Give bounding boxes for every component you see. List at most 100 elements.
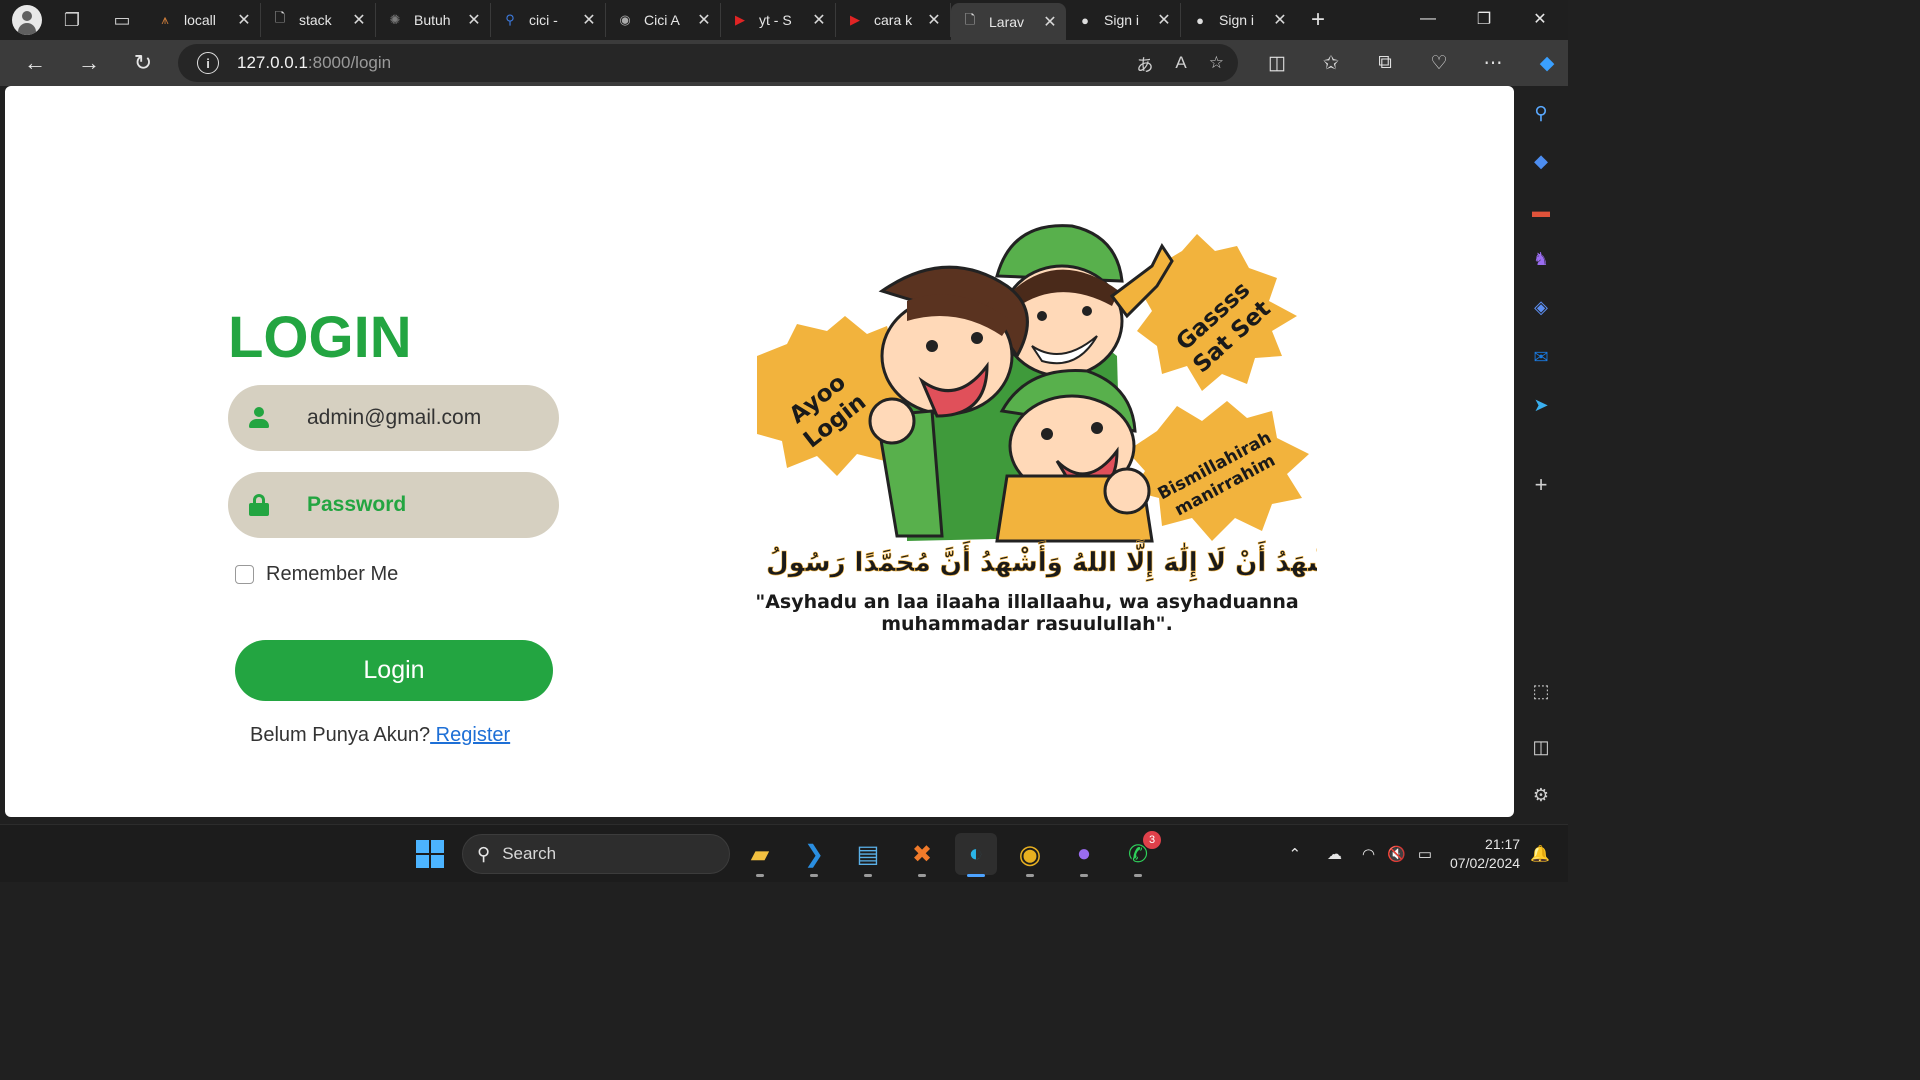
favorites-icon[interactable]: ✩ — [1304, 52, 1358, 75]
whatsapp-badge: 3 — [1143, 831, 1161, 849]
password-field[interactable] — [228, 472, 559, 538]
sidebar-games-icon[interactable]: ♞ — [1528, 246, 1554, 272]
close-tab-icon[interactable]: ✕ — [466, 10, 482, 30]
forward-button[interactable]: → — [62, 43, 116, 83]
close-tab-icon[interactable]: ✕ — [236, 10, 252, 30]
notifications-icon[interactable]: 🔔 — [1530, 844, 1550, 864]
taskbar-search-icon: ⚲ — [477, 843, 491, 864]
email-input[interactable] — [307, 406, 537, 430]
shahada-latin-line2: muhammadar rasuulullah". — [881, 613, 1173, 635]
show-hidden-icons-icon[interactable]: ⌃ — [1288, 845, 1301, 863]
system-tray: ⌃ ☁ ◠ 🔇 ▭ 21:17 07/02/2024 🔔 — [1288, 825, 1568, 883]
register-link[interactable]: Register — [430, 724, 510, 746]
close-tab-icon[interactable]: ✕ — [1042, 12, 1058, 32]
workspaces-icon[interactable]: ❐ — [54, 2, 90, 38]
sidebar-outlook-icon[interactable]: ✉ — [1528, 344, 1554, 370]
web-page: LOGIN Remember Me Login Belum Punya Akun… — [5, 86, 1514, 817]
github-desktop-icon[interactable]: ● — [1063, 833, 1105, 877]
user-icon — [249, 407, 269, 429]
new-tab-button[interactable]: + — [1300, 2, 1336, 38]
tab-title: Sign i — [1219, 12, 1255, 28]
close-tab-icon[interactable]: ✕ — [811, 10, 827, 30]
tab-github-signin-1[interactable]: ● Sign i ✕ — [1066, 3, 1181, 37]
close-tab-icon[interactable]: ✕ — [1272, 10, 1288, 30]
wifi-icon[interactable]: ◠ — [1362, 845, 1375, 863]
login-button[interactable]: Login — [235, 640, 553, 701]
tab-title: Larav — [989, 13, 1025, 30]
battery-icon[interactable]: ▭ — [1418, 845, 1432, 863]
sidebar-add-icon[interactable]: + — [1528, 472, 1554, 498]
vscode-icon[interactable]: ❯ — [793, 833, 835, 877]
running-indicator — [1080, 874, 1088, 877]
chrome-icon[interactable]: ◉ — [1009, 833, 1051, 877]
github-icon: ● — [1196, 12, 1204, 28]
remember-me-checkbox[interactable] — [235, 565, 254, 584]
profile-avatar-icon[interactable] — [12, 5, 42, 35]
volume-muted-icon[interactable]: 🔇 — [1387, 845, 1406, 863]
minimize-button[interactable]: — — [1400, 0, 1456, 38]
close-tab-icon[interactable]: ✕ — [696, 10, 712, 30]
more-menu-icon[interactable]: ⋯ — [1466, 52, 1520, 75]
url-path: :8000/login — [307, 53, 392, 72]
translate-icon[interactable]: あ — [1136, 51, 1153, 76]
restore-button[interactable]: ❐ — [1456, 0, 1512, 38]
onedrive-icon[interactable]: ☁ — [1327, 845, 1342, 863]
notepad-icon[interactable]: ▤ — [847, 833, 889, 877]
site-info-icon[interactable]: i — [197, 52, 219, 74]
avatar-icon: ◉ — [619, 12, 631, 27]
back-button[interactable]: ← — [8, 43, 62, 83]
tab-title: stack — [299, 12, 332, 28]
tab-yt[interactable]: ▶ yt - S ✕ — [721, 3, 836, 37]
email-field[interactable] — [228, 385, 559, 451]
address-url[interactable]: 127.0.0.1:8000/login — [237, 53, 391, 73]
close-tab-icon[interactable]: ✕ — [351, 10, 367, 30]
start-button[interactable] — [409, 833, 451, 875]
character-front — [995, 369, 1154, 543]
tab-butuh[interactable]: ✺ Butuh ✕ — [376, 3, 491, 37]
page-title: LOGIN — [228, 305, 412, 370]
edge-sidebar: ⚲ ◆ ▬ ♞ ◈ ✉ ➤ + ⬚ ◫ ⚙ — [1514, 86, 1568, 824]
remember-me[interactable]: Remember Me — [235, 563, 398, 586]
collections-icon[interactable]: ⧉ — [1358, 52, 1412, 74]
running-indicator — [810, 874, 818, 877]
taskbar-search[interactable]: ⚲ Search — [462, 834, 730, 874]
sidebar-settings-icon[interactable]: ⚙ — [1528, 782, 1554, 808]
password-input[interactable] — [307, 493, 537, 517]
tab-github-signin-2[interactable]: ● Sign i ✕ — [1181, 3, 1296, 37]
page-icon: 🗋 — [964, 11, 976, 27]
read-aloud-icon[interactable]: A — [1175, 53, 1186, 73]
tab-laragon[interactable]: ⩚ locall ✕ — [146, 3, 261, 37]
tab-title: cara k — [874, 12, 913, 28]
sidebar-shopping-icon[interactable]: ◆ — [1528, 148, 1554, 174]
address-bar[interactable]: i 127.0.0.1:8000/login あ A ☆ — [178, 44, 1238, 82]
sidebar-screenshot-icon[interactable]: ⬚ — [1528, 678, 1554, 704]
sidebar-hide-icon[interactable]: ◫ — [1528, 734, 1554, 760]
xampp-icon[interactable]: ✖ — [901, 833, 943, 877]
tab-cara[interactable]: ▶ cara k ✕ — [836, 3, 951, 37]
sidebar-search-icon[interactable]: ⚲ — [1528, 100, 1554, 126]
clock-time: 21:17 — [1485, 836, 1521, 852]
tab-cici-a[interactable]: ◉ Cici A ✕ — [606, 3, 721, 37]
split-screen-icon[interactable]: ◫ — [1250, 52, 1304, 75]
favorite-star-icon[interactable]: ☆ — [1209, 53, 1224, 73]
sidebar-tools-icon[interactable]: ▬ — [1528, 198, 1554, 224]
youtube-icon: ▶ — [850, 12, 860, 27]
close-tab-icon[interactable]: ✕ — [581, 10, 597, 30]
tab-cici-search[interactable]: ⚲ cici - ✕ — [491, 3, 606, 37]
copilot-icon[interactable]: ◆ — [1520, 52, 1574, 75]
close-window-button[interactable]: ✕ — [1512, 0, 1568, 38]
refresh-button[interactable]: ↻ — [116, 43, 170, 83]
sidebar-drop-icon[interactable]: ➤ — [1528, 392, 1554, 418]
tab-actions-icon[interactable]: ▭ — [104, 2, 140, 38]
whatsapp-icon[interactable]: ✆ 3 — [1117, 831, 1161, 877]
file-explorer-icon[interactable]: ▰ — [739, 833, 781, 877]
edge-icon[interactable]: ◐ — [955, 833, 997, 877]
close-tab-icon[interactable]: ✕ — [1156, 10, 1172, 30]
browser-essentials-icon[interactable]: ♡ — [1412, 52, 1466, 75]
tab-stack[interactable]: 🗋 stack ✕ — [261, 3, 376, 37]
tab-laravel-active[interactable]: 🗋 Larav ✕ — [951, 3, 1066, 40]
sidebar-copilot-icon[interactable]: ◈ — [1528, 294, 1554, 320]
browser-toolbar: ← → ↻ i 127.0.0.1:8000/login あ A ☆ ◫ ✩ ⧉… — [0, 40, 1568, 86]
taskbar-clock[interactable]: 21:17 07/02/2024 — [1450, 835, 1520, 873]
close-tab-icon[interactable]: ✕ — [926, 10, 942, 30]
